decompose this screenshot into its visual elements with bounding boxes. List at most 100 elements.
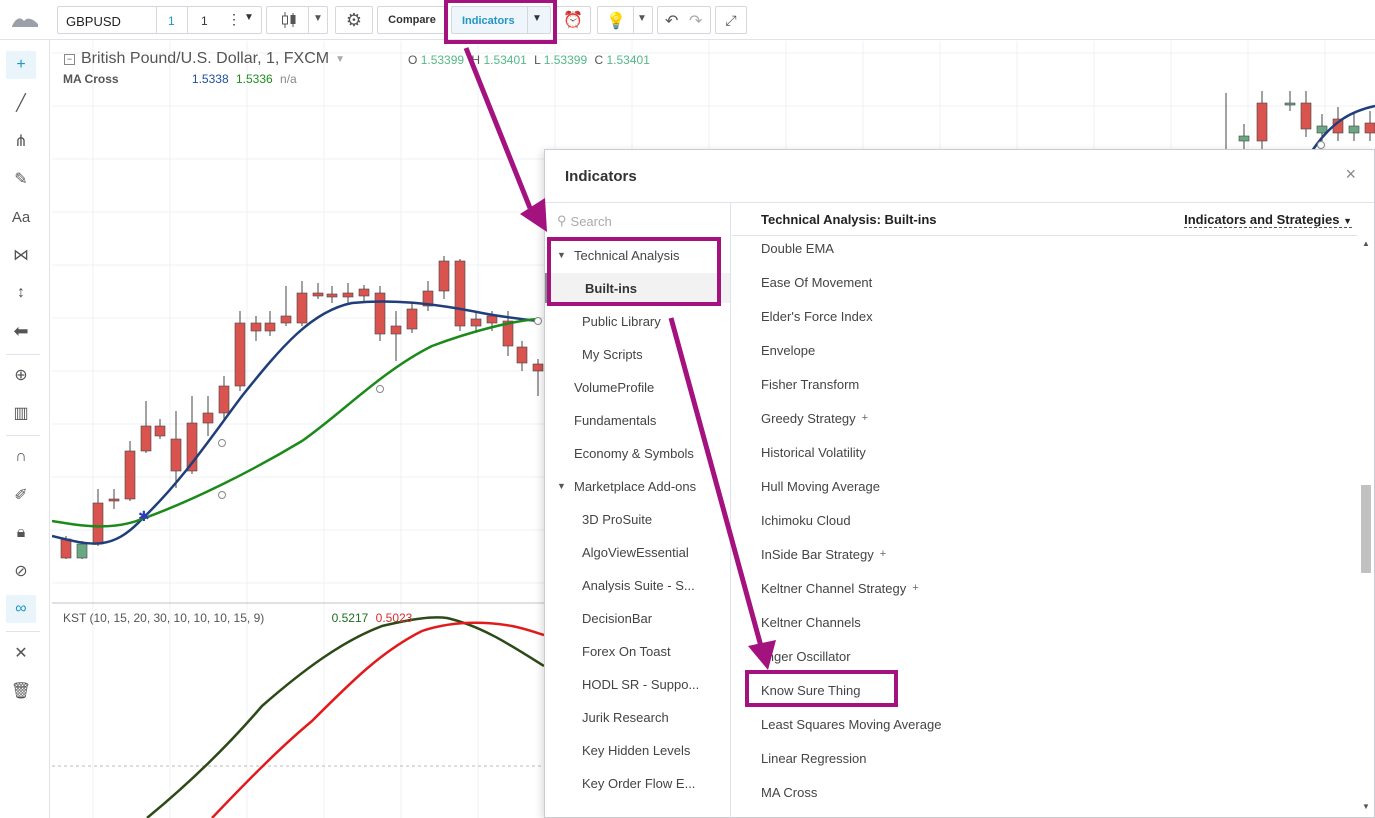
- undo-icon[interactable]: ↶: [665, 11, 678, 31]
- indicator-label: Ease Of Movement: [761, 274, 873, 290]
- nav-addon-item[interactable]: DecisionBar: [582, 603, 652, 633]
- scroll-up-icon[interactable]: ▲: [1362, 239, 1370, 248]
- indicators-button[interactable]: Indicators ▼: [451, 6, 551, 34]
- nav-addon-item[interactable]: Key Order Flow E...: [582, 768, 695, 798]
- indicator-item[interactable]: Ease Of Movement: [761, 272, 872, 292]
- nav-technical-analysis[interactable]: ▼ Technical Analysis: [557, 240, 680, 270]
- nav-public-library[interactable]: Public Library: [582, 306, 661, 336]
- settings-button[interactable]: ⚙: [335, 6, 373, 34]
- indicator-item[interactable]: MA Cross: [761, 782, 817, 802]
- nav-addon-item[interactable]: Forex On Toast: [582, 636, 671, 666]
- kst-value: 0.5217: [331, 611, 369, 625]
- nav-volume-profile[interactable]: VolumeProfile: [574, 372, 654, 402]
- indicator-label: Fisher Transform: [761, 376, 860, 392]
- indicator-item[interactable]: Historical Volatility: [761, 442, 866, 462]
- chart-logo-icon[interactable]: [10, 12, 40, 30]
- nav-addon-item[interactable]: 3D ProSuite: [582, 504, 652, 534]
- chevron-down-icon[interactable]: ▼: [335, 54, 345, 65]
- nav-marketplace[interactable]: ▼ Marketplace Add-ons: [557, 471, 696, 501]
- top-toolbar: GBPUSD 1 1 ⋮ ▼ ▼ ⚙ Compare Indicators ▼: [0, 0, 1375, 40]
- pattern-icon[interactable]: ⋈: [6, 241, 36, 269]
- indicator-item[interactable]: Keltner Channel Strategy +: [761, 578, 919, 598]
- close-icon[interactable]: ×: [1345, 164, 1356, 185]
- nav-addon-item[interactable]: Jurik Research: [582, 702, 669, 732]
- trash-icon[interactable]: 🗑︎: [6, 677, 36, 705]
- nav-economy-symbols[interactable]: Economy & Symbols: [574, 438, 694, 468]
- measure-icon[interactable]: ↕: [6, 279, 36, 307]
- nav-addon-item[interactable]: HODL SR - Suppo...: [582, 669, 699, 699]
- ruler-icon[interactable]: ▥: [6, 399, 36, 427]
- candle-body: [296, 292, 308, 324]
- magnet-icon[interactable]: ∩: [6, 443, 36, 471]
- chevron-down-icon[interactable]: ▼: [244, 12, 254, 23]
- indicator-item[interactable]: Hull Moving Average: [761, 476, 880, 496]
- text-icon[interactable]: Aa: [6, 203, 36, 231]
- interval-multiplier[interactable]: 1: [201, 14, 208, 28]
- kst-legend[interactable]: KST (10, 15, 20, 30, 10, 10, 10, 15, 9) …: [63, 611, 412, 625]
- indicator-label: MA Cross: [761, 784, 818, 800]
- filter-dropdown[interactable]: Indicators and Strategies ▼: [1184, 212, 1352, 228]
- scroll-thumb[interactable]: [1361, 485, 1371, 573]
- chevron-down-icon[interactable]: ▼: [532, 13, 542, 24]
- candle-body: [486, 315, 498, 324]
- nav-addon-item[interactable]: Analysis Suite - S...: [582, 570, 695, 600]
- lock-icon[interactable]: 🔒︎: [6, 519, 36, 547]
- chevron-down-icon[interactable]: ▼: [313, 13, 323, 24]
- ma-cross-label: MA Cross: [63, 72, 119, 86]
- zoom-in-icon[interactable]: ⊕: [6, 361, 36, 389]
- indicator-item[interactable]: Greedy Strategy +: [761, 408, 868, 428]
- indicator-label: Historical Volatility: [761, 444, 866, 460]
- candle-body: [1300, 102, 1312, 130]
- list-scrollbar[interactable]: ▲ ▼: [1361, 239, 1371, 813]
- compare-button[interactable]: Compare: [377, 6, 447, 34]
- open-value: 1.53399: [420, 53, 465, 67]
- indicator-item[interactable]: Know Sure Thing: [761, 680, 861, 700]
- low-label: L: [534, 53, 541, 67]
- pitchfork-icon[interactable]: ⋔: [6, 127, 36, 155]
- eye-hidden-icon[interactable]: ⊘: [6, 557, 36, 585]
- brush-icon[interactable]: ✎: [6, 165, 36, 193]
- crosshair-icon[interactable]: +: [6, 51, 36, 79]
- search-input[interactable]: ⚲ Search: [557, 213, 612, 229]
- scroll-down-icon[interactable]: ▼: [1362, 802, 1370, 811]
- indicator-item[interactable]: Fisher Transform: [761, 374, 859, 394]
- indicator-item[interactable]: Envelope: [761, 340, 815, 360]
- chart-style-button[interactable]: ▼: [266, 6, 328, 34]
- indicator-item[interactable]: Elder's Force Index: [761, 306, 873, 326]
- redo-icon[interactable]: ↷: [689, 11, 702, 31]
- filter-label: Indicators and Strategies: [1184, 212, 1340, 227]
- indicator-item[interactable]: Linear Regression: [761, 748, 867, 768]
- nav-addon-item[interactable]: AlgoViewEssential: [582, 537, 689, 567]
- tools-icon[interactable]: ✕: [6, 639, 36, 667]
- candle-body: [108, 498, 120, 502]
- link-icon[interactable]: ∞: [6, 595, 36, 623]
- indicator-label: Ichimoku Cloud: [761, 512, 851, 528]
- indicator-item[interactable]: Least Squares Moving Average: [761, 714, 941, 734]
- nav-fundamentals[interactable]: Fundamentals: [574, 405, 656, 435]
- ma-cross-legend[interactable]: MA Cross 1.5338 1.5336 n/a: [63, 72, 297, 86]
- nav-addon-item[interactable]: Key Hidden Levels: [582, 735, 690, 765]
- open-label: O: [408, 53, 418, 67]
- chevron-down-icon[interactable]: ▼: [637, 13, 647, 24]
- pencil-lock-icon[interactable]: ✐: [6, 481, 36, 509]
- ideas-button[interactable]: 💡 ▼: [597, 6, 653, 34]
- indicator-item[interactable]: Keltner Channels: [761, 612, 861, 632]
- interval-button[interactable]: 1: [168, 14, 175, 28]
- trend-line-icon[interactable]: ╱: [6, 89, 36, 117]
- indicator-item[interactable]: Double EMA: [761, 238, 834, 258]
- symbol-text[interactable]: GBPUSD: [66, 14, 121, 29]
- indicator-item[interactable]: InSide Bar Strategy +: [761, 544, 886, 564]
- indicator-item[interactable]: linger Oscillator: [761, 646, 851, 666]
- collapse-icon[interactable]: −: [64, 53, 75, 65]
- nav-my-scripts[interactable]: My Scripts: [582, 339, 643, 369]
- alert-button[interactable]: ⏰: [555, 6, 591, 34]
- indicator-item[interactable]: Ichimoku Cloud: [761, 510, 851, 530]
- symbol-input[interactable]: GBPUSD 1 1 ⋮ ▼: [57, 6, 262, 34]
- more-dots-icon[interactable]: ⋮: [227, 11, 241, 28]
- nav-built-ins[interactable]: Built-ins: [545, 273, 730, 303]
- arrow-left-icon[interactable]: ⬅: [6, 317, 36, 345]
- candle-body: [454, 260, 466, 327]
- fullscreen-button[interactable]: ⤢: [715, 6, 747, 34]
- indicator-label: linger Oscillator: [761, 648, 851, 664]
- chevron-down-icon: ▼: [1343, 216, 1352, 226]
